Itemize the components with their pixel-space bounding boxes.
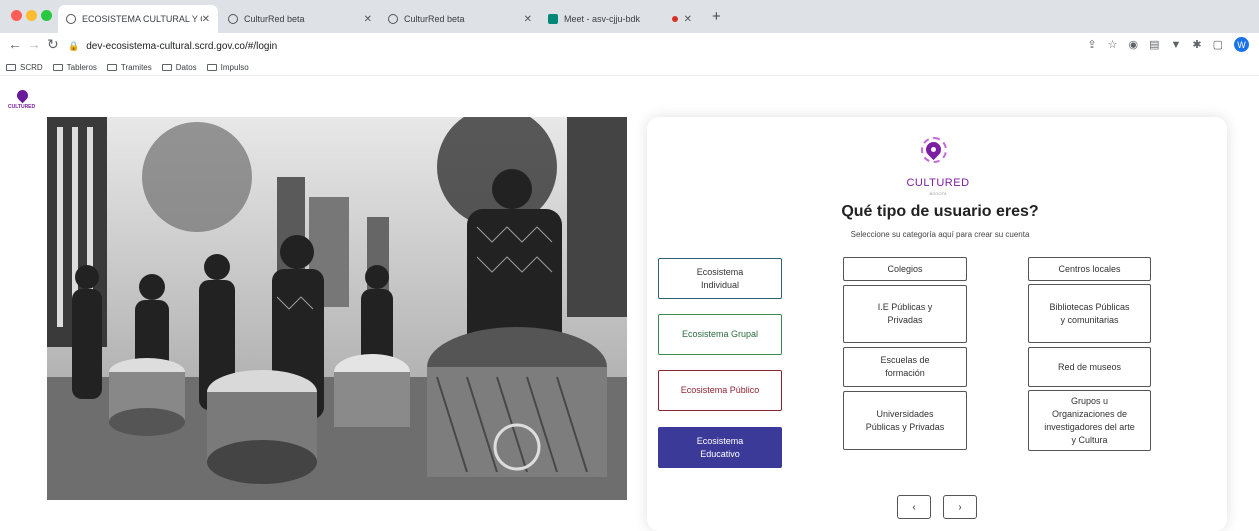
page-subtitle: Seleccione su categoría aquí para crear … [850,230,1030,239]
profile-avatar[interactable]: W [1234,37,1249,52]
globe-icon [66,14,76,24]
share-icon[interactable]: ⇪ [1087,38,1096,51]
bookmark-folder[interactable]: Impulso [206,63,249,72]
location-pin-icon [14,87,31,104]
address-bar[interactable]: 🔒 dev-ecosistema-cultural.scrd.gov.co/#/… [68,35,1078,57]
header-logo[interactable]: CULTURED [8,87,38,114]
close-icon[interactable]: ✕ [202,14,210,25]
browser-tab[interactable]: CulturRed beta ✕ [220,5,380,33]
sidebar-icon[interactable]: ▢ [1213,38,1223,51]
hero-photo [47,117,627,500]
option-red-museos-button[interactable]: Red de museos [1028,347,1151,387]
extension-icon[interactable]: ▤ [1149,38,1159,51]
logo-tagline: BOGOTÁ [929,191,947,196]
browser-tab[interactable]: ECOSISTEMA CULTURAL Y C ✕ [58,5,218,33]
forward-icon[interactable]: → [27,36,41,52]
category-educativo-button[interactable]: Ecosistema Educativo [658,427,782,468]
option-universidades-button[interactable]: Universidades Públicas y Privadas [843,391,967,450]
browser-toolbar: ← → ↻ 🔒 dev-ecosistema-cultural.scrd.gov… [0,33,1259,59]
option-colegios-button[interactable]: Colegios [843,257,967,281]
meet-icon [548,14,558,24]
bookmark-folder[interactable]: Tramites [106,63,152,72]
next-page-button[interactable]: › [943,495,977,519]
close-icon[interactable]: ✕ [684,14,692,25]
maximize-window-button[interactable] [41,10,52,21]
bookmark-folder[interactable]: SCRD [6,63,43,72]
extension-icon[interactable]: ◉ [1128,38,1138,51]
globe-icon [388,14,398,24]
folder-icon [161,63,172,71]
folder-icon [206,63,217,71]
option-centros-locales-button[interactable]: Centros locales [1028,257,1151,281]
back-icon[interactable]: ← [8,36,22,52]
bookmarks-bar: SCRD Tableros Tramites Datos Impulso [0,59,1259,76]
logo-name: CULTURED [906,177,970,189]
close-icon[interactable]: ✕ [364,14,372,25]
bookmark-star-icon[interactable]: ☆ [1108,38,1118,51]
close-icon[interactable]: ✕ [524,14,532,25]
puzzle-icon[interactable]: ✱ [1192,38,1201,51]
browser-tab[interactable]: Meet - asv-cjju-bdk ✕ [540,5,700,33]
option-escuelas-formacion-button[interactable]: Escuelas de formación [843,347,967,387]
option-bibliotecas-button[interactable]: Bibliotecas Públicas y comunitarias [1028,284,1151,343]
category-individual-button[interactable]: Ecosistema Individual [658,258,782,299]
browser-tab[interactable]: CulturRed beta ✕ [380,5,540,33]
url-text: dev-ecosistema-cultural.scrd.gov.co/#/lo… [86,40,278,52]
folder-icon [106,63,117,71]
lock-icon: 🔒 [68,40,80,51]
drummers-photo [47,117,627,500]
category-grupal-button[interactable]: Ecosistema Grupal [658,314,782,355]
folder-icon [52,63,63,71]
bookmark-folder[interactable]: Tableros [52,63,97,72]
page-title: Qué tipo de usuario eres? [841,203,1039,220]
previous-page-button[interactable]: ‹ [897,495,931,519]
option-ie-publicas-privadas-button[interactable]: I.E Públicas y Privadas [843,285,967,343]
minimize-window-button[interactable] [26,10,37,21]
category-publico-button[interactable]: Ecosistema Público [658,370,782,411]
globe-icon [228,14,238,24]
option-grupos-investigadores-button[interactable]: Grupos u Organizaciones de investigadore… [1028,390,1151,451]
reload-icon[interactable]: ↻ [47,36,59,53]
recording-icon [671,16,678,22]
browser-tab-bar: ECOSISTEMA CULTURAL Y C ✕ CulturRed beta… [0,0,1259,33]
new-tab-button[interactable]: + [712,8,721,25]
extension-icon[interactable]: ▼ [1170,39,1181,51]
folder-icon [6,63,16,71]
close-window-button[interactable] [11,10,22,21]
bookmark-folder[interactable]: Datos [161,63,197,72]
